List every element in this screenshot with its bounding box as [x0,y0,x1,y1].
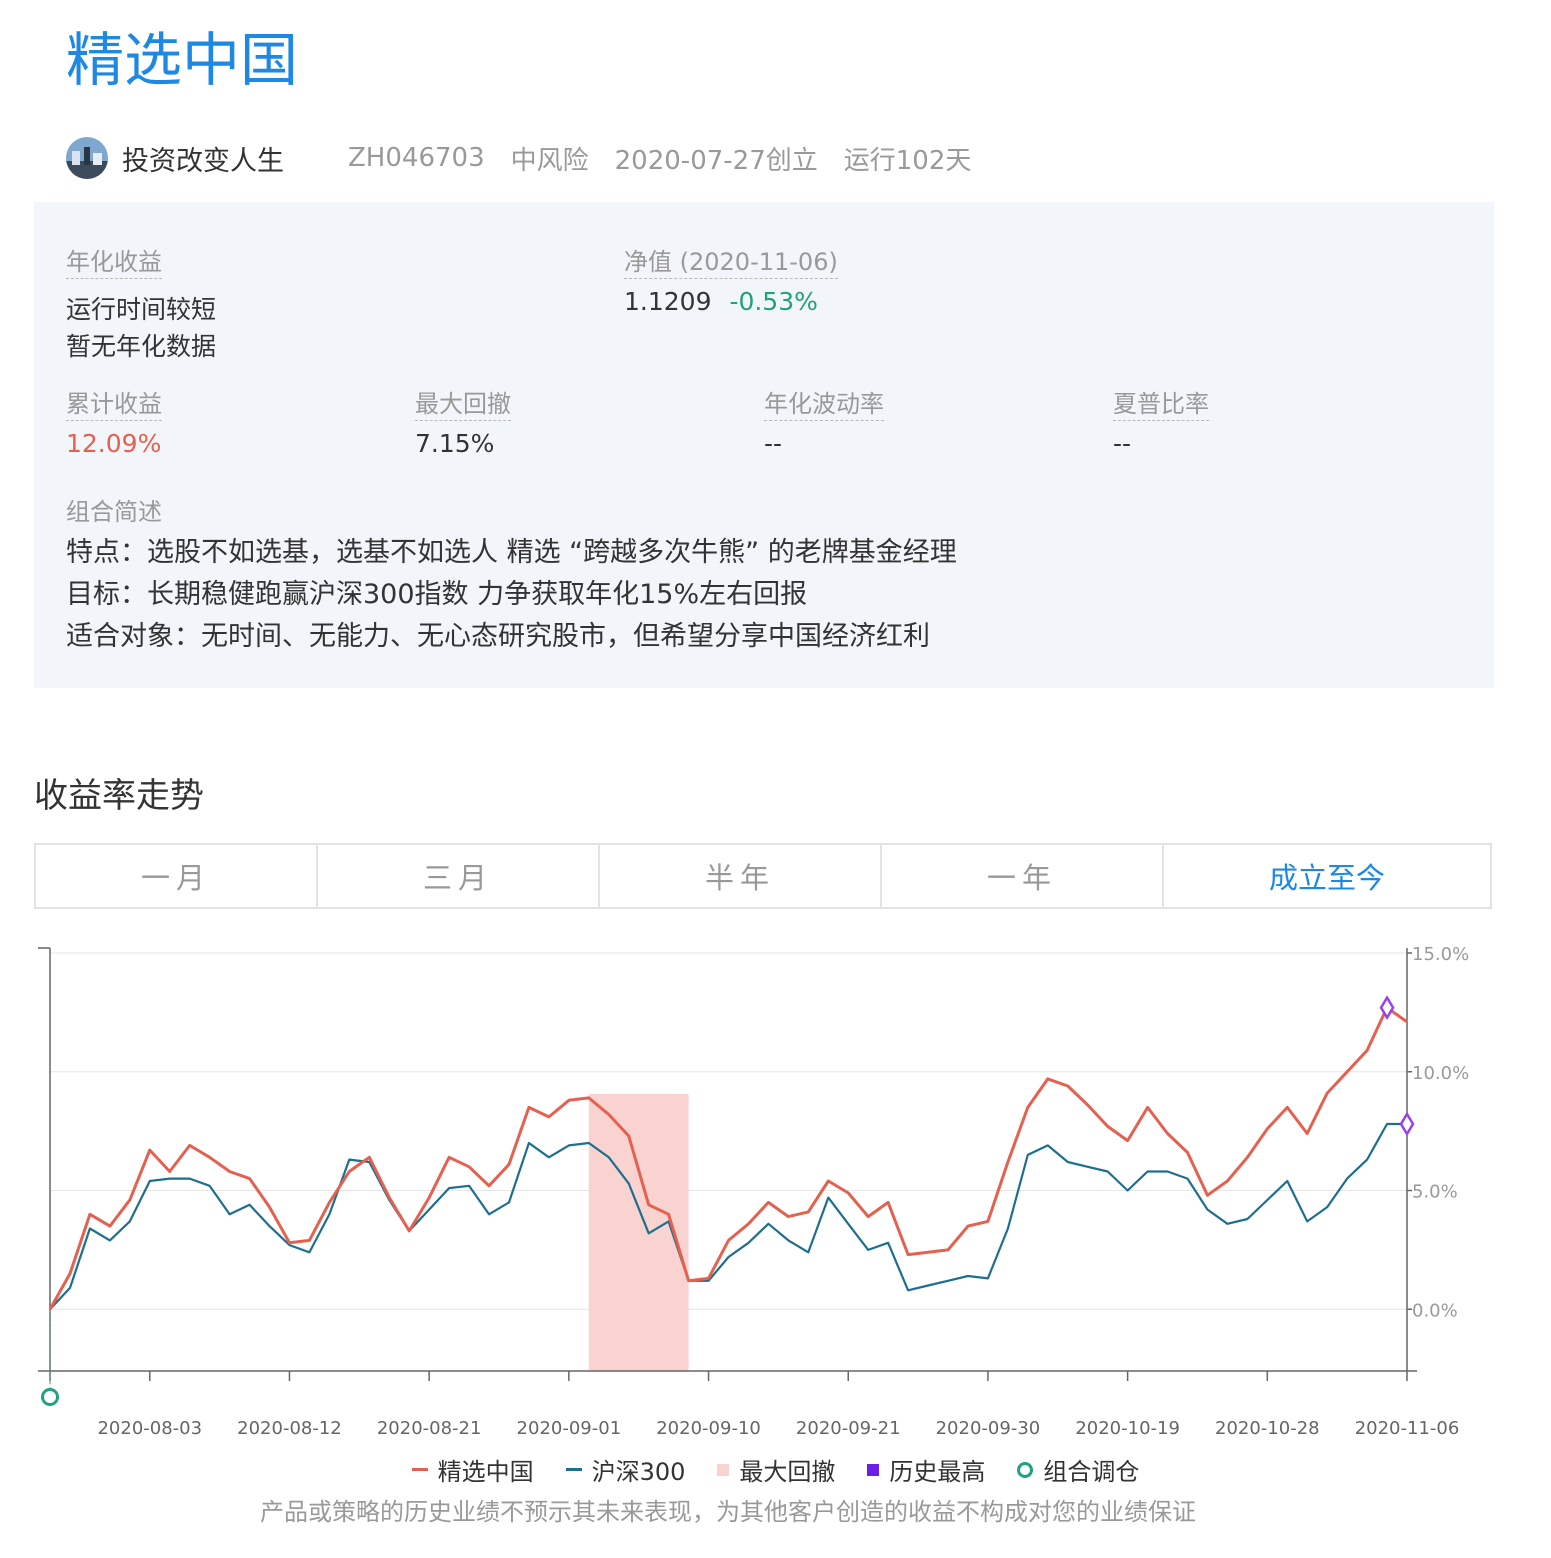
x-tick-label: 2020-09-01 [517,1418,622,1439]
max-drawdown-value: 7.15% [415,429,495,458]
x-tick-label: 2020-09-21 [796,1418,901,1439]
sharpe-value: -- [1113,429,1132,458]
x-tick-label: 2020-09-30 [936,1418,1041,1439]
running-days: 运行102天 [843,145,972,176]
legend-item-historical-high[interactable]: 历史最高 [867,1452,985,1487]
series-line-portfolio [48,1006,1408,1311]
legend-line-icon [411,1468,428,1471]
risk-level: 中风险 [510,145,589,176]
legend-item-rebalance[interactable]: 组合调仓 [1017,1452,1139,1487]
nav-change: -0.53% [729,287,818,316]
x-tick-label: 2020-09-10 [656,1418,761,1439]
disclaimer: 产品或策略的历史业绩不预示其未来表现，为其他客户创造的收益不构成对您的业绩保证 [260,1498,1196,1526]
annual-return-note-2: 暂无年化数据 [66,332,217,361]
nav-value-row: 1.1209 -0.53% [624,284,818,320]
series-line-benchmark [49,1122,1407,1311]
description-line-1: 特点：选股不如选基，选基不如选人 精选 “跨越多次牛熊” 的老牌基金经理 [66,537,957,568]
y-tick-label: 5.0% [1412,1182,1458,1203]
chart-legend: 精选中国 沪深300 最大回撤 历史最高 组合调仓 [0,1452,1551,1487]
portfolio-code: ZH046703 [348,143,485,173]
period-tabs: 一月 三月 半年 一年 成立至今 [34,843,1492,909]
description-label: 组合简述 [66,498,162,526]
cumulative-return-label[interactable]: 累计收益 [66,388,162,421]
x-tick-label: 2020-11-06 [1355,1418,1460,1439]
legend-label: 历史最高 [889,1458,986,1486]
sharpe-label[interactable]: 夏普比率 [1113,388,1209,421]
owner-name[interactable]: 投资改变人生 [122,139,284,178]
legend-label: 组合调仓 [1043,1458,1140,1486]
cumulative-return-value: 12.09% [66,429,162,458]
tab-three-months[interactable]: 三月 [318,845,600,907]
portfolio-meta: 投资改变人生 ZH046703 中风险 2020-07-27创立 运行102天 [66,132,997,184]
x-tick-label: 2020-08-03 [97,1418,202,1439]
y-tick-label: 10.0% [1412,1063,1469,1084]
tab-one-year[interactable]: 一年 [882,845,1164,907]
y-tick-label: 0.0% [1412,1300,1458,1321]
volatility-label[interactable]: 年化波动率 [764,388,884,421]
historical-high-marker [1399,1111,1415,1137]
return-chart[interactable]: 15.0% 10.0% 5.0% 0.0% 2020-08-03 2020-08-12 20… [0,930,1551,1450]
description-line-2: 目标：长期稳健跑赢沪深300指数 力争获取年化15%左右回报 [66,579,808,610]
section-title: 收益率走势 [34,776,204,816]
legend-square-icon [717,1463,730,1476]
avatar[interactable] [66,137,108,179]
x-tick-label: 2020-10-28 [1215,1418,1320,1439]
x-tick-label: 2020-08-12 [237,1418,342,1439]
rebalance-marker [41,1388,59,1406]
annual-return-label[interactable]: 年化收益 [66,246,162,279]
y-tick-label: 15.0% [1412,944,1469,965]
legend-label: 沪深300 [591,1458,686,1486]
created-date: 2020-07-27创立 [614,145,818,176]
x-tick-label: 2020-10-19 [1075,1418,1180,1439]
volatility-value: -- [764,429,783,458]
legend-label: 精选中国 [437,1458,534,1486]
tab-half-year[interactable]: 半年 [600,845,882,907]
nav-label[interactable]: 净值 (2020-11-06) [624,246,838,279]
annual-return-note-1: 运行时间较短 [66,295,217,324]
max-drawdown-label[interactable]: 最大回撤 [415,388,511,421]
nav-value: 1.1209 [624,287,712,316]
legend-label: 最大回撤 [739,1458,836,1486]
legend-line-icon [565,1468,582,1471]
legend-square-icon [867,1463,880,1476]
tab-since-inception[interactable]: 成立至今 [1164,845,1490,907]
stats-panel: 年化收益 运行时间较短 暂无年化数据 净值 (2020-11-06) 1.120… [34,202,1494,688]
legend-circle-icon [1017,1461,1034,1478]
legend-item-benchmark[interactable]: 沪深300 [565,1452,686,1487]
portfolio-title: 精选中国 [66,26,299,94]
description-line-3: 适合对象：无时间、无能力、无心态研究股市，但希望分享中国经济红利 [66,621,930,652]
legend-item-max-drawdown[interactable]: 最大回撤 [717,1452,835,1487]
x-tick-label: 2020-08-21 [377,1418,482,1439]
legend-item-portfolio[interactable]: 精选中国 [411,1452,534,1487]
tab-one-month[interactable]: 一月 [36,845,318,907]
